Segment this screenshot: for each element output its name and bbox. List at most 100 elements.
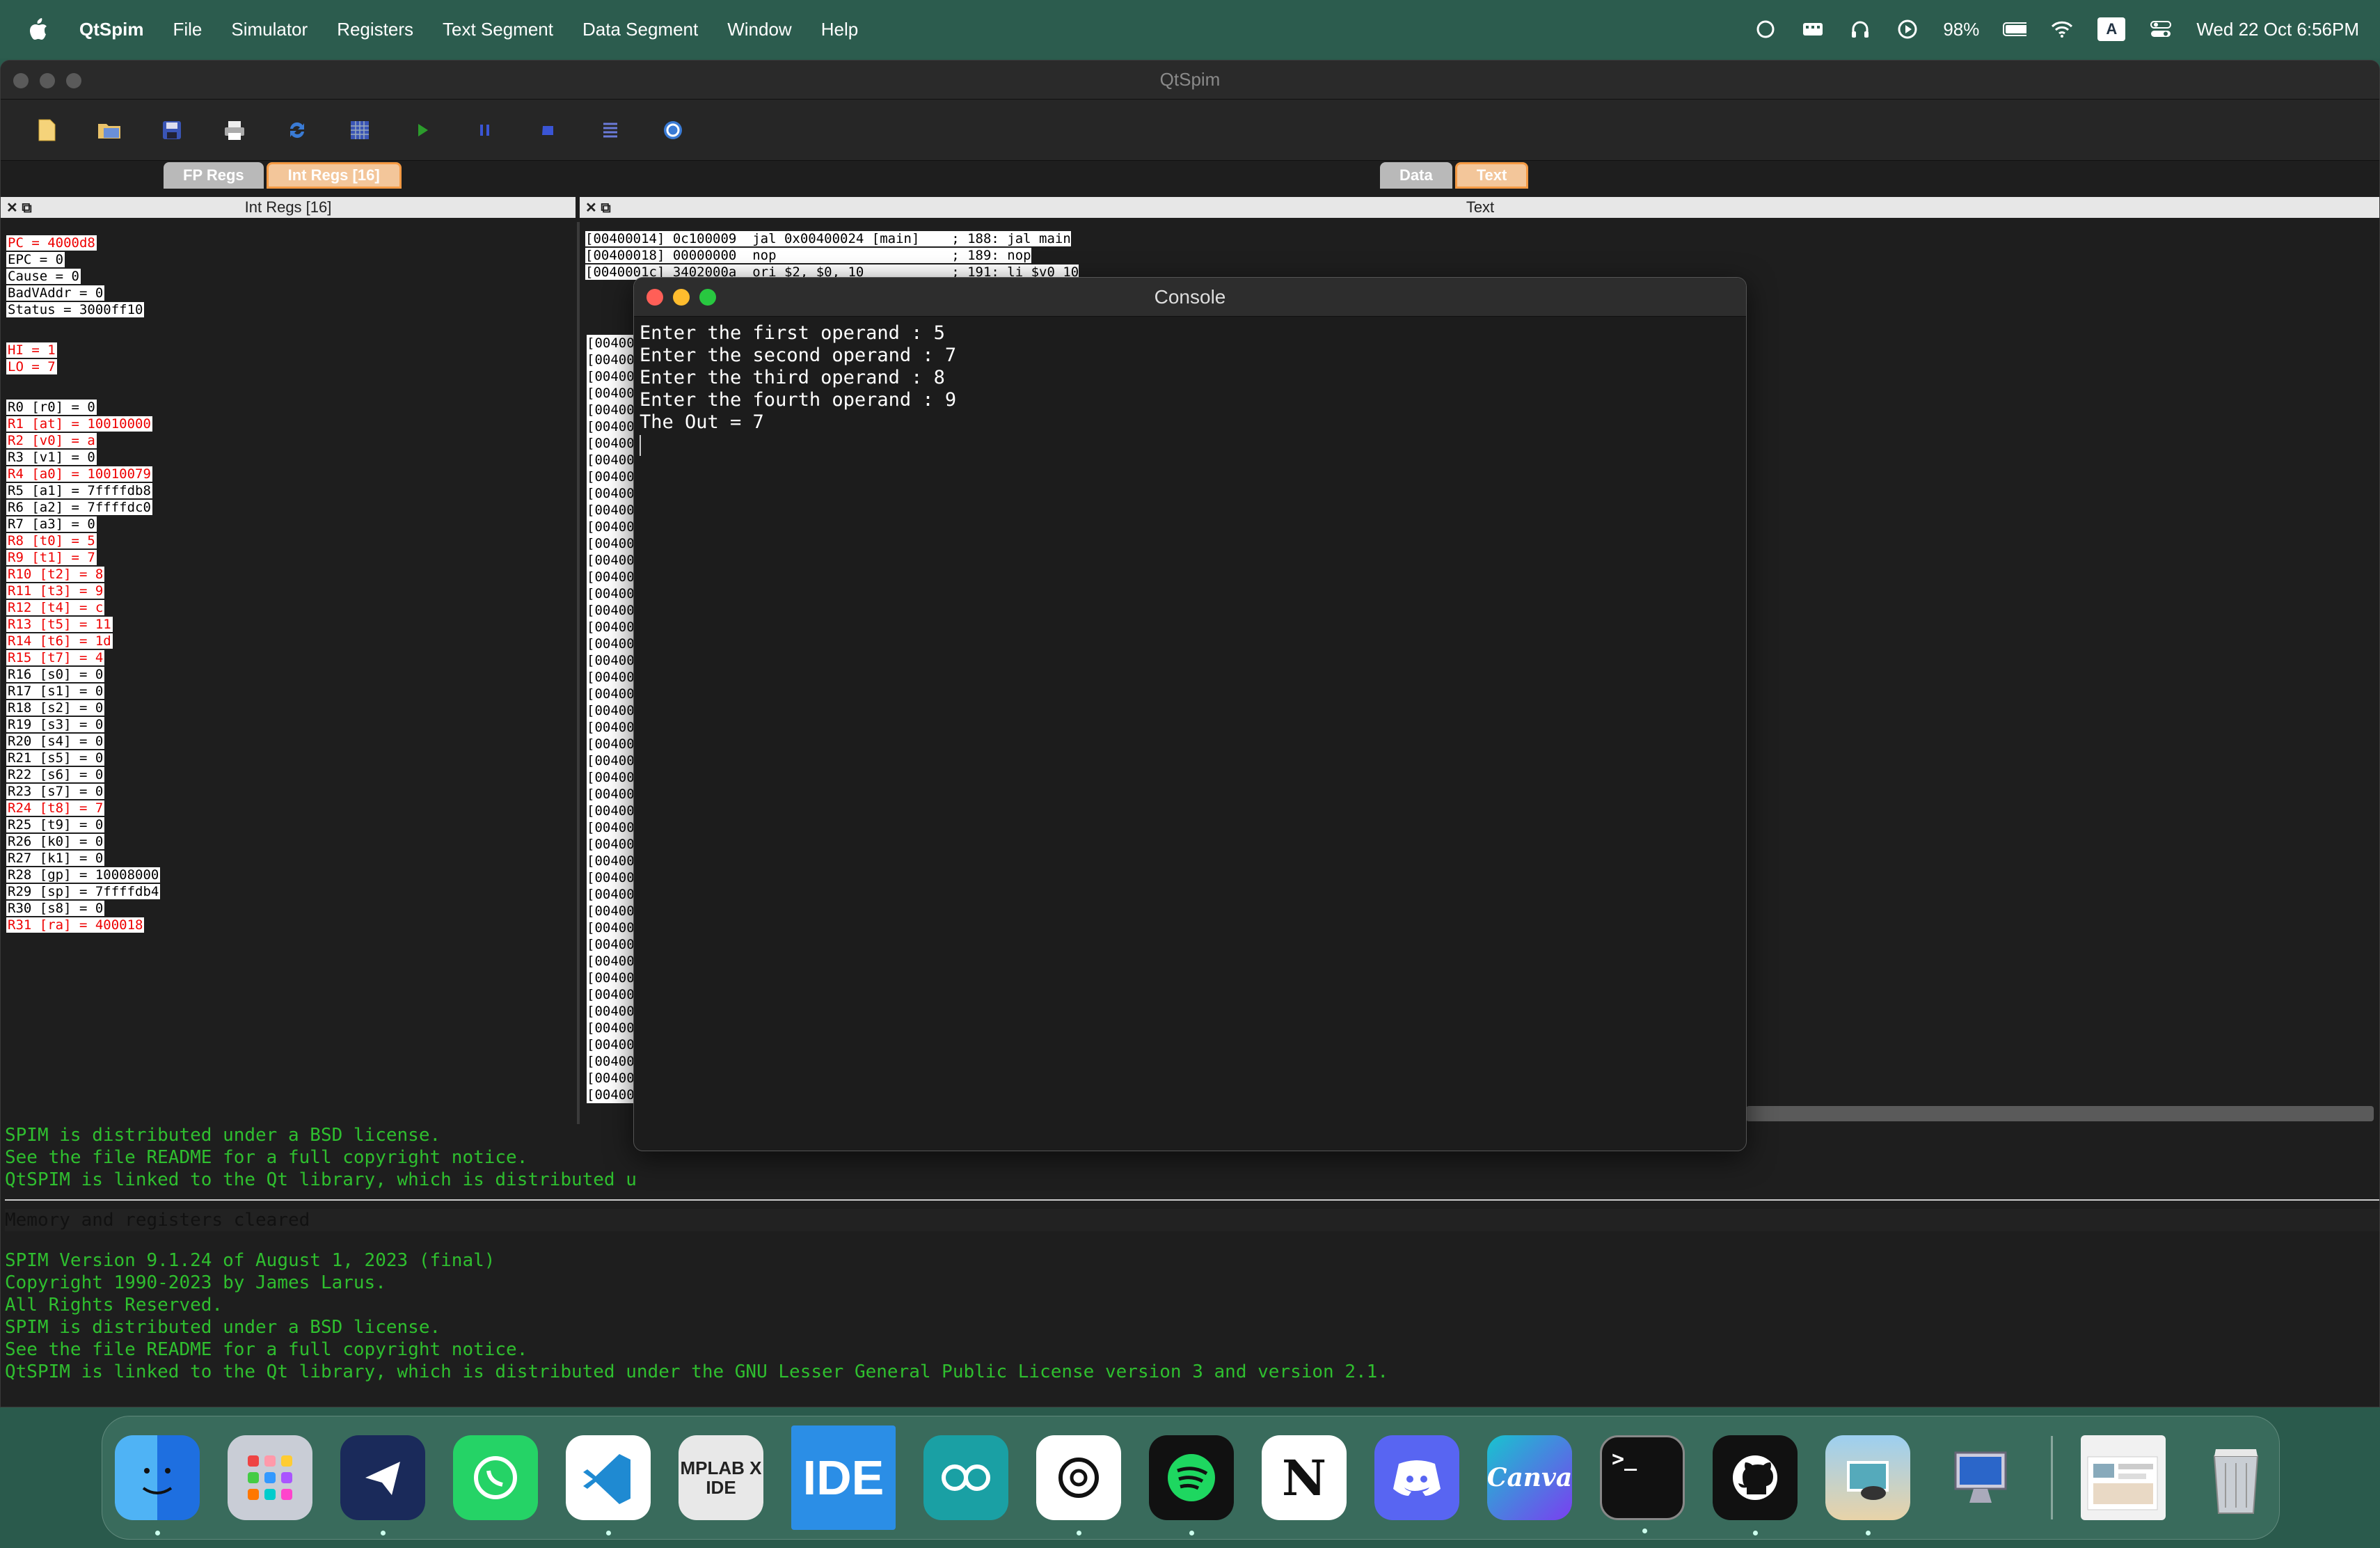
register-row[interactable]: Status = 3000ff10 <box>6 301 160 318</box>
register-row[interactable]: R17 [s1] = 0 <box>6 683 160 700</box>
window-titlebar[interactable]: QtSpim <box>1 61 2379 100</box>
register-row[interactable]: R11 [t3] = 9 <box>6 583 160 599</box>
notion-icon[interactable]: N <box>1262 1435 1347 1520</box>
pane-close-float-icon[interactable]: ✕ ⧉ <box>6 199 32 216</box>
register-row[interactable]: R13 [t5] = 11 <box>6 616 160 633</box>
menu-registers[interactable]: Registers <box>337 19 413 40</box>
register-row[interactable]: R27 [k1] = 0 <box>6 850 160 867</box>
single-step-icon[interactable] <box>595 115 626 145</box>
horizontal-scrollbar[interactable] <box>1746 1106 2374 1121</box>
register-row[interactable]: R23 [s7] = 0 <box>6 783 160 800</box>
wifi-icon[interactable] <box>2050 19 2074 40</box>
register-row[interactable]: R19 [s3] = 0 <box>6 716 160 733</box>
menu-window[interactable]: Window <box>727 19 791 40</box>
menu-text-segment[interactable]: Text Segment <box>443 19 553 40</box>
downloads-stack-icon[interactable] <box>2081 1435 2166 1520</box>
spark-mail-icon[interactable] <box>340 1435 425 1535</box>
chatgpt-status-icon[interactable] <box>1754 19 1777 40</box>
apple-menu-icon[interactable] <box>25 16 51 42</box>
pause-icon[interactable] <box>470 115 500 145</box>
register-row[interactable]: R0 [r0] = 0 <box>6 399 160 416</box>
register-row[interactable]: R21 [s5] = 0 <box>6 750 160 766</box>
register-row[interactable]: BadVAddr = 0 <box>6 285 160 301</box>
menu-app-name[interactable]: QtSpim <box>79 19 143 40</box>
run-icon[interactable] <box>407 115 438 145</box>
menu-simulator[interactable]: Simulator <box>231 19 308 40</box>
grid-icon[interactable] <box>344 115 375 145</box>
menu-data-segment[interactable]: Data Segment <box>582 19 698 40</box>
menu-file[interactable]: File <box>173 19 202 40</box>
register-row[interactable]: R25 [t9] = 0 <box>6 816 160 833</box>
register-row[interactable]: R20 [s4] = 0 <box>6 733 160 750</box>
register-row[interactable]: R9 [t1] = 7 <box>6 549 160 566</box>
register-row[interactable]: R22 [s6] = 0 <box>6 766 160 783</box>
chatgpt-icon[interactable] <box>1036 1435 1121 1535</box>
stop-icon[interactable] <box>532 115 563 145</box>
preview-icon[interactable] <box>1825 1435 1910 1535</box>
text-segment-line[interactable]: [00400014] 0c100009 jal 0x00400024 [main… <box>585 230 2379 247</box>
console-close-button[interactable] <box>646 289 663 306</box>
register-row[interactable]: R10 [t2] = 8 <box>6 566 160 583</box>
now-playing-icon[interactable] <box>1896 19 1919 40</box>
launchpad-icon[interactable] <box>228 1435 312 1520</box>
menu-help[interactable]: Help <box>821 19 858 40</box>
register-row[interactable]: R3 [v1] = 0 <box>6 449 160 466</box>
register-row[interactable]: PC = 4000d8 <box>6 235 160 251</box>
arduino-icon[interactable] <box>923 1435 1008 1520</box>
register-row[interactable]: R16 [s0] = 0 <box>6 666 160 683</box>
close-window-button[interactable] <box>13 73 29 88</box>
canva-icon[interactable]: Canva <box>1487 1435 1572 1520</box>
console-minimize-button[interactable] <box>673 289 690 306</box>
register-row[interactable]: R26 [k0] = 0 <box>6 833 160 850</box>
register-row[interactable]: R4 [a0] = 10010079 <box>6 466 160 482</box>
register-row[interactable]: R12 [t4] = c <box>6 599 160 616</box>
trash-icon[interactable] <box>2193 1435 2278 1520</box>
register-row[interactable]: R15 [t7] = 4 <box>6 649 160 666</box>
zoom-window-button[interactable] <box>66 73 81 88</box>
register-row[interactable]: R18 [s2] = 0 <box>6 700 160 716</box>
register-row[interactable]: R28 [gp] = 10008000 <box>6 867 161 883</box>
mplab-x-ide-icon[interactable]: MPLAB X IDE <box>679 1435 763 1520</box>
ide-icon[interactable]: IDE <box>791 1425 896 1530</box>
pane-splitter[interactable] <box>577 222 580 1124</box>
spotify-icon[interactable] <box>1149 1435 1234 1535</box>
save-icon[interactable] <box>157 115 187 145</box>
tab-fp-regs[interactable]: FP Regs <box>164 162 264 189</box>
minimize-window-button[interactable] <box>40 73 55 88</box>
register-row[interactable]: R14 [t6] = 1d <box>6 633 160 649</box>
register-row[interactable]: R8 [t0] = 5 <box>6 532 160 549</box>
register-row[interactable]: R1 [at] = 10010000 <box>6 416 160 432</box>
message-log[interactable]: SPIM is distributed under a BSD license.… <box>1 1124 2379 1407</box>
console-titlebar[interactable]: Console <box>634 278 1746 317</box>
help-icon[interactable] <box>658 115 688 145</box>
console-window[interactable]: Console Enter the first operand : 5 Enter… <box>633 277 1747 1151</box>
console-zoom-button[interactable] <box>699 289 716 306</box>
menu-clock[interactable]: Wed 22 Oct 6:56PM <box>2196 19 2359 40</box>
register-row[interactable]: LO = 7 <box>6 358 160 375</box>
control-center-icon[interactable] <box>2149 19 2173 40</box>
vscode-icon[interactable] <box>566 1435 651 1535</box>
open-folder-icon[interactable] <box>94 115 125 145</box>
pane-close-float-icon[interactable]: ✕ ⧉ <box>585 199 611 216</box>
tab-text[interactable]: Text <box>1454 162 1529 189</box>
register-row[interactable]: R31 [ra] = 400018 <box>6 917 160 933</box>
github-icon[interactable] <box>1713 1435 1798 1535</box>
new-file-icon[interactable] <box>31 115 62 145</box>
register-row[interactable]: R2 [v0] = a <box>6 432 160 449</box>
register-row[interactable]: R6 [a2] = 7ffffdc0 <box>6 499 160 516</box>
register-row[interactable]: R30 [s8] = 0 <box>6 900 160 917</box>
keyboard-status-icon[interactable] <box>1801 19 1825 40</box>
tab-data[interactable]: Data <box>1380 162 1452 189</box>
register-row[interactable]: R24 [t8] = 7 <box>6 800 160 816</box>
headphones-icon[interactable] <box>1848 19 1872 40</box>
text-segment-line[interactable]: [00400018] 00000000 nop ; 189: nop <box>585 247 2379 264</box>
terminal-icon[interactable]: >_ <box>1600 1435 1685 1533</box>
remote-desktop-icon[interactable] <box>1938 1435 2023 1520</box>
tab-int-regs[interactable]: Int Regs [16] <box>266 162 402 189</box>
register-row[interactable]: HI = 1 <box>6 342 160 358</box>
battery-icon[interactable] <box>2003 19 2027 40</box>
reload-icon[interactable] <box>282 115 312 145</box>
input-source-indicator[interactable]: A <box>2097 17 2126 41</box>
register-row[interactable]: EPC = 0 <box>6 251 160 268</box>
register-row[interactable]: R29 [sp] = 7ffffdb4 <box>6 883 161 900</box>
